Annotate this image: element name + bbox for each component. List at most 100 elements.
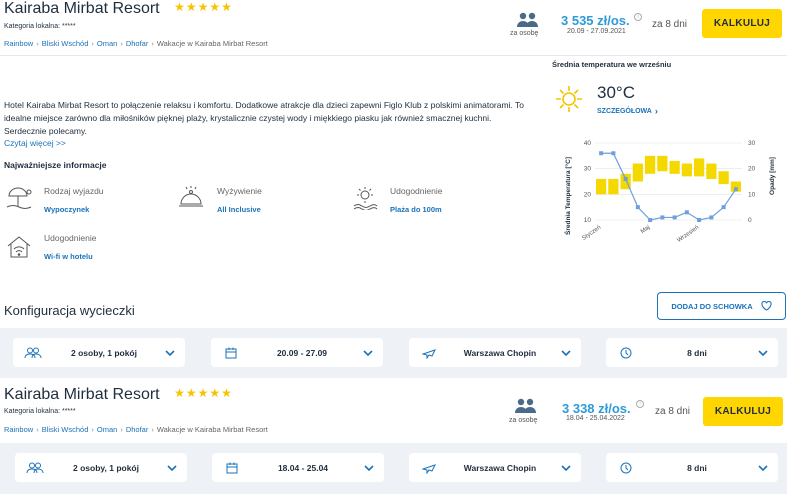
departure-value: Warszawa Chopin xyxy=(463,347,537,358)
rainfall-point xyxy=(635,205,640,210)
read-more-link[interactable]: Czytaj więcej >> xyxy=(4,138,66,148)
y-right-tick-label: 0 xyxy=(748,217,752,224)
temperature-bar xyxy=(596,178,607,195)
duration-value: 8 dni xyxy=(687,347,707,358)
temperature-bar xyxy=(669,160,680,174)
beach-umbrella-icon xyxy=(6,186,34,215)
star-rating: ★★★★★ xyxy=(174,0,233,14)
duration-label: za 8 dni xyxy=(655,406,691,417)
food-cloche-icon xyxy=(178,186,204,215)
trip-dates: 20.09 - 27.09.2021 xyxy=(567,28,626,35)
config-title: Konfiguracja wycieczki xyxy=(4,303,135,318)
travellers-value: 2 osoby, 1 pokój xyxy=(71,347,137,358)
local-category: Kategoria lokalna: ***** xyxy=(4,408,76,415)
people-icon xyxy=(13,347,53,359)
chevron-down-icon xyxy=(551,464,581,471)
info-value: Wypoczynek xyxy=(44,205,90,214)
departure-select[interactable]: Warszawa Chopin xyxy=(409,338,581,367)
breadcrumb-item[interactable]: Oman xyxy=(97,425,117,434)
breadcrumb-item[interactable]: Dhofar xyxy=(126,425,149,434)
wifi-house-icon xyxy=(6,234,32,265)
chart-ticks: 10 20 30 40 0 10 20 30 Styczeń Maj Wrzesień xyxy=(581,140,755,244)
offer-header: Kairaba Mirbat Resort ★★★★★ xyxy=(4,386,233,404)
climate-chart: 10 20 30 40 0 10 20 30 Styczeń Maj Wrzesień Średni… xyxy=(563,140,776,244)
calendar-icon xyxy=(211,347,251,359)
y-right-tick-label: 20 xyxy=(748,166,756,173)
breadcrumb-item[interactable]: Oman xyxy=(97,39,117,48)
plane-icon xyxy=(409,347,449,359)
trip-dates: 18.04 - 25.04.2022 xyxy=(566,415,625,422)
temperature-bar xyxy=(681,163,692,177)
rainfall-point xyxy=(709,215,714,220)
add-to-clipboard-button[interactable]: DODAJ DO SCHOWKA xyxy=(657,292,786,320)
x-tick-label: Wrzesień xyxy=(676,225,700,244)
rainfall-point xyxy=(623,176,628,181)
rainfall-point xyxy=(599,151,604,156)
calendar-icon xyxy=(212,462,252,474)
dates-select[interactable]: 20.09 - 27.09 xyxy=(211,338,383,367)
clock-icon xyxy=(606,462,646,474)
rainfall-point xyxy=(660,215,665,220)
info-value: All Inclusive xyxy=(217,205,261,214)
chevron-down-icon xyxy=(551,349,581,356)
breadcrumb-item[interactable]: Bliski Wschód xyxy=(42,39,89,48)
chevron-right-icon: › xyxy=(654,106,658,116)
chevron-down-icon xyxy=(353,349,383,356)
rainfall-line xyxy=(599,151,738,222)
hotel-title[interactable]: Kairaba Mirbat Resort xyxy=(4,386,160,403)
info-label: Rodzaj wyjazdu xyxy=(44,186,104,196)
breadcrumb-item[interactable]: Bliski Wschód xyxy=(42,425,89,434)
add-to-clipboard-label: DODAJ DO SCHOWKA xyxy=(671,301,753,311)
breadcrumb-item[interactable]: Dhofar xyxy=(126,39,149,48)
chevron-down-icon xyxy=(157,464,187,471)
travellers-select[interactable]: 2 osoby, 1 pokój xyxy=(13,338,185,367)
temperature-bar xyxy=(657,155,668,172)
rainfall-point xyxy=(611,151,616,156)
departure-select[interactable]: Warszawa Chopin xyxy=(409,453,581,482)
weather-heading: Średnia temperatura we wrześniu xyxy=(552,60,672,69)
page: Kairaba Mirbat Resort ★★★★★ Kategoria lo… xyxy=(0,0,787,494)
temperature-bar xyxy=(706,163,717,179)
rainfall-point xyxy=(697,218,702,222)
travellers-select[interactable]: 2 osoby, 1 pokój xyxy=(15,453,187,482)
details-link[interactable]: SZCZEGÓŁOWA › xyxy=(597,106,658,116)
y-right-tick-label: 30 xyxy=(748,140,756,147)
breadcrumb-item[interactable]: Rainbow xyxy=(4,425,33,434)
x-tick-label: Maj xyxy=(640,225,651,235)
dates-value: 18.04 - 25.04 xyxy=(277,462,329,473)
y-axis-right-label: Opady [mm] xyxy=(769,157,776,195)
offer-header: Kairaba Mirbat Resort ★★★★★ xyxy=(4,0,233,18)
temperature-bar xyxy=(632,163,643,182)
dates-value: 20.09 - 27.09 xyxy=(276,347,328,358)
duration-select[interactable]: 8 dni xyxy=(606,453,778,482)
temperature-bar xyxy=(694,158,705,177)
average-temperature: 30°C xyxy=(597,83,635,102)
per-person-label: za osobę xyxy=(509,417,538,424)
hotel-description: Hotel Kairaba Mirbat Resort to połączeni… xyxy=(4,100,524,136)
x-tick-label: Styczeń xyxy=(581,225,602,242)
y-axis-label: Średnia Temperatura [°C] xyxy=(563,157,572,235)
duration-label: za 8 dni xyxy=(652,19,688,30)
y-tick-label: 20 xyxy=(584,191,592,198)
calculate-button[interactable]: KALKULUJ xyxy=(703,397,783,426)
hotel-title[interactable]: Kairaba Mirbat Resort xyxy=(4,0,160,17)
duration-select[interactable]: 8 dni xyxy=(606,338,778,367)
breadcrumb-item[interactable]: Rainbow xyxy=(4,39,33,48)
plane-icon xyxy=(409,462,449,474)
chevron-down-icon xyxy=(354,464,384,471)
chevron-down-icon xyxy=(748,464,778,471)
key-info-heading: Najważniejsze informacje xyxy=(4,160,107,170)
calculate-button[interactable]: KALKULUJ xyxy=(702,9,782,38)
people-icon xyxy=(15,462,55,474)
info-icon[interactable]: i xyxy=(634,13,642,21)
dates-select[interactable]: 18.04 - 25.04 xyxy=(212,453,384,482)
heart-icon xyxy=(761,301,772,311)
breadcrumb: Rainbow › Bliski Wschód › Oman › Dhofar › Wakacj… xyxy=(4,39,268,48)
info-icon[interactable]: i xyxy=(636,400,644,408)
info-label: Udogodnienie xyxy=(44,233,97,243)
info-label: Wyżywienie xyxy=(217,186,262,196)
people-icon xyxy=(513,398,539,419)
price: 3 338 zł/os. xyxy=(562,401,631,416)
rainfall-point xyxy=(721,205,726,210)
travellers-value: 2 osoby, 1 pokój xyxy=(73,462,139,473)
